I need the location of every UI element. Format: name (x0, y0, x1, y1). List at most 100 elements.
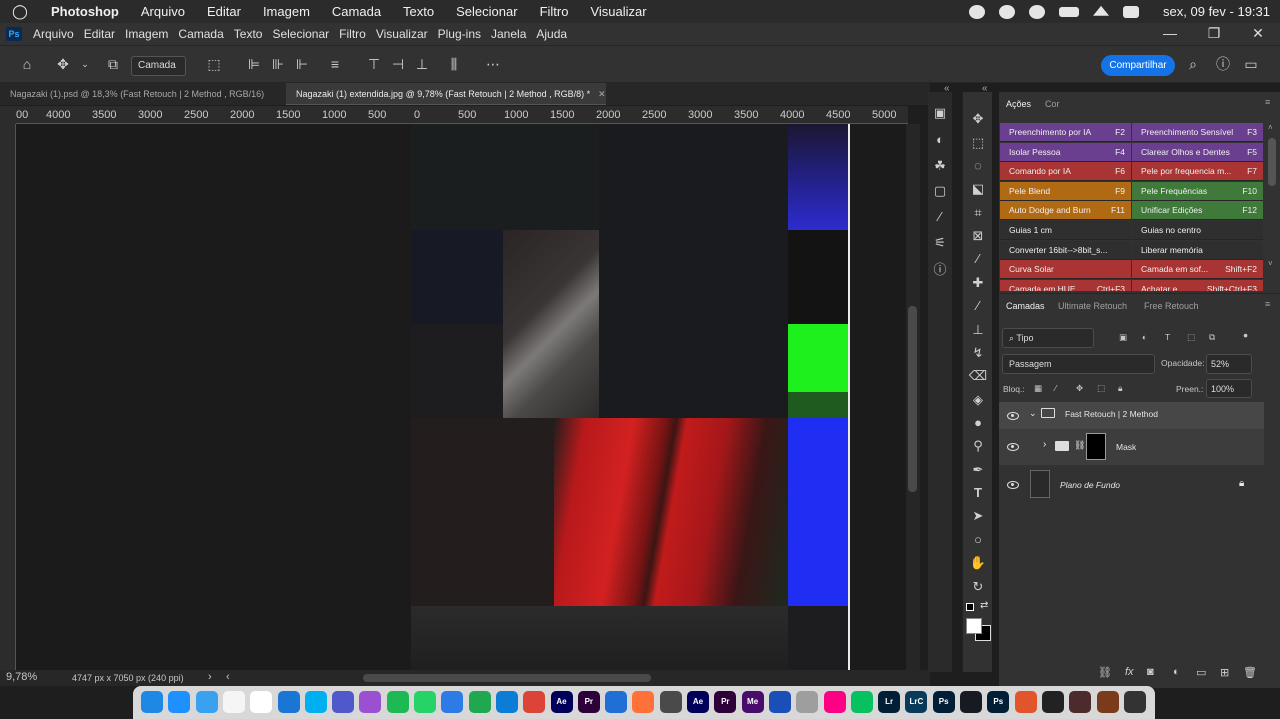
layer-plano-de-fundo[interactable]: Plano de Fundo 🔒︎ (999, 468, 1264, 500)
dock-app-vectr-icon[interactable] (768, 691, 791, 713)
dock-app-ae-icon[interactable]: Ae (550, 691, 573, 713)
bucket-tool-icon[interactable]: ◈ (968, 391, 988, 409)
menu-editar[interactable]: Editar (196, 4, 252, 19)
adjustment-layer-icon[interactable]: ◐ (1173, 666, 1180, 678)
dock-app-icloud-icon[interactable] (195, 691, 218, 713)
chevron-down-icon[interactable]: ⌄ (1029, 408, 1037, 419)
tab-cor[interactable]: Cor (1045, 99, 1060, 109)
default-colors-icon[interactable] (966, 603, 974, 611)
image-document[interactable] (411, 124, 850, 670)
cloud-status-icon[interactable] (999, 4, 1016, 19)
dock-app-ps-icon[interactable]: Ps (987, 691, 1010, 713)
dock-app-keynote-icon[interactable] (605, 691, 628, 713)
visibility-eye-icon[interactable] (1007, 443, 1019, 451)
home-icon[interactable]: ⌂ (19, 57, 35, 71)
fill-field[interactable]: 100% (1206, 379, 1252, 398)
document-canvas[interactable] (16, 124, 906, 670)
marquee-tool-icon[interactable]: ⬚ (968, 134, 988, 152)
hand-tool-icon[interactable]: ✋ (968, 554, 988, 572)
distribute-vertical-icon[interactable]: ⫼ (446, 57, 462, 71)
ps-menu-editar[interactable]: Editar (79, 27, 120, 41)
close-icon[interactable]: ✕ (598, 89, 606, 99)
tab-acoes[interactable]: Ações (1006, 99, 1031, 109)
ps-menu-plugins[interactable]: Plug-ins (433, 27, 486, 41)
ps-menu-ajuda[interactable]: Ajuda (531, 27, 572, 41)
object-select-tool-icon[interactable]: ⬕ (968, 180, 988, 198)
dock-app-lr-icon[interactable]: Lr (878, 691, 901, 713)
align-right-icon[interactable]: ⊩ (294, 57, 310, 71)
dock-app-calendar-icon[interactable] (250, 691, 273, 713)
dock-app-whatsapp-icon[interactable] (414, 691, 436, 713)
battery-icon[interactable] (1059, 6, 1080, 17)
swatches-icon[interactable]: ☘ (930, 157, 950, 175)
align-middle-icon[interactable]: ⊣ (390, 57, 406, 71)
wifi-icon[interactable] (1093, 5, 1110, 16)
action-item[interactable]: Curva Solar (1000, 260, 1131, 280)
lock-pixels-icon[interactable]: ⁄ (1055, 383, 1056, 393)
adjustments-icon[interactable]: ⚟ (930, 234, 950, 252)
filter-shape-icon[interactable]: ⬚ (1187, 332, 1195, 343)
share-button[interactable]: Compartilhar (1101, 55, 1175, 76)
dock-app-me-icon[interactable]: Me (741, 691, 764, 713)
ps-menu-filtro[interactable]: Filtro (334, 27, 371, 41)
dock-app-lrc-icon[interactable]: LrC (905, 691, 928, 713)
horizontal-scroll-thumb[interactable] (363, 674, 651, 682)
eraser-tool-icon[interactable]: ⌫ (968, 367, 988, 385)
path-select-tool-icon[interactable]: ➤ (968, 507, 988, 525)
menu-arquivo[interactable]: Arquivo (130, 4, 196, 19)
panel-menu-icon[interactable]: ≡ (1265, 299, 1270, 309)
ps-menu-visualizar[interactable]: Visualizar (371, 27, 433, 41)
ps-menu-texto[interactable]: Texto (229, 27, 268, 41)
dock-app-flickr-icon[interactable] (823, 691, 846, 713)
dock-app-unity-icon[interactable] (1041, 691, 1064, 713)
new-layer-icon[interactable]: ⊞ (1220, 666, 1229, 679)
menu-app-name[interactable]: Photoshop (40, 4, 130, 19)
tab-free-retouch[interactable]: Free Retouch (1144, 301, 1199, 311)
layer-group-fast-retouch[interactable]: ⌄ Fast Retouch | 2 Method (999, 402, 1264, 429)
dock-app-notes-icon[interactable] (222, 691, 245, 713)
dodge-tool-icon[interactable]: ⚲ (968, 437, 988, 455)
action-item[interactable]: Preenchimento por IA F2 (1000, 123, 1131, 142)
panel-menu-icon[interactable]: ≡ (1265, 97, 1270, 107)
tab-nagazaki-psd[interactable]: Nagazaki (1).psd @ 18,3% (Fast Retouch |… (0, 83, 282, 121)
dock-app-script-icon[interactable] (659, 691, 682, 713)
scroll-thumb[interactable] (1268, 138, 1276, 186)
workspace-icon[interactable]: ▭ (1243, 57, 1259, 71)
move-tool-icon[interactable]: ✥ (968, 110, 988, 128)
filter-smart-object-icon[interactable]: ⧉ (1209, 332, 1215, 343)
restore-icon[interactable]: ❐ (1192, 23, 1236, 45)
action-item[interactable]: Pele Blend F9 (1000, 181, 1131, 201)
action-item[interactable]: Unificar Edições F12 (1132, 201, 1263, 221)
action-item[interactable]: Guias no centro (1132, 221, 1263, 240)
distribute-icon[interactable]: ≡ (327, 57, 343, 71)
steam-status-icon[interactable] (969, 4, 986, 19)
dock-app-podcasts-icon[interactable] (359, 691, 382, 713)
delete-layer-icon[interactable]: 🗑︎ (1243, 666, 1257, 679)
auto-select-icon[interactable]: ⧉ (105, 57, 121, 71)
action-item[interactable]: Isolar Pessoa F4 (1000, 142, 1131, 162)
dock-app-safari-icon[interactable] (168, 691, 191, 713)
minimize-icon[interactable]: — (1148, 23, 1192, 45)
action-item[interactable]: Guias 1 cm (1000, 221, 1131, 240)
align-center-h-icon[interactable]: ⊪ (270, 57, 286, 71)
lock-artboard-icon[interactable]: ⬚ (1097, 383, 1105, 394)
chevron-left-icon[interactable]: ‹ (226, 671, 230, 683)
transform-controls-icon[interactable]: ⬚ (206, 57, 222, 71)
dock-app-finder-icon[interactable] (141, 691, 163, 713)
dock-app-terminal-icon[interactable] (1123, 691, 1146, 713)
notification-status-icon[interactable] (1029, 4, 1046, 19)
filter-pixel-icon[interactable]: ▣ (1119, 332, 1127, 343)
add-mask-icon[interactable]: ◙ (1147, 666, 1154, 678)
dock-app-ae-icon[interactable]: Ae (687, 691, 709, 713)
chevron-right-icon[interactable]: › (208, 671, 212, 683)
action-item[interactable]: Achatar e... Shift+Ctrl+F3 (1132, 279, 1263, 291)
close-icon[interactable]: ✕ (1236, 23, 1280, 45)
dock-app-spotify-icon[interactable] (386, 691, 409, 713)
dock-app-pr-icon[interactable]: Pr (714, 691, 737, 713)
dock-app-pr-icon[interactable]: Pr (577, 691, 600, 713)
menu-visualizar[interactable]: Visualizar (579, 4, 657, 19)
lock-all-icon[interactable]: 🔒︎ (1118, 383, 1123, 394)
align-left-icon[interactable]: ⊫ (246, 57, 262, 71)
patterns-icon[interactable]: ▢ (930, 182, 950, 200)
chevron-down-icon[interactable]: ˅ (1268, 259, 1273, 268)
